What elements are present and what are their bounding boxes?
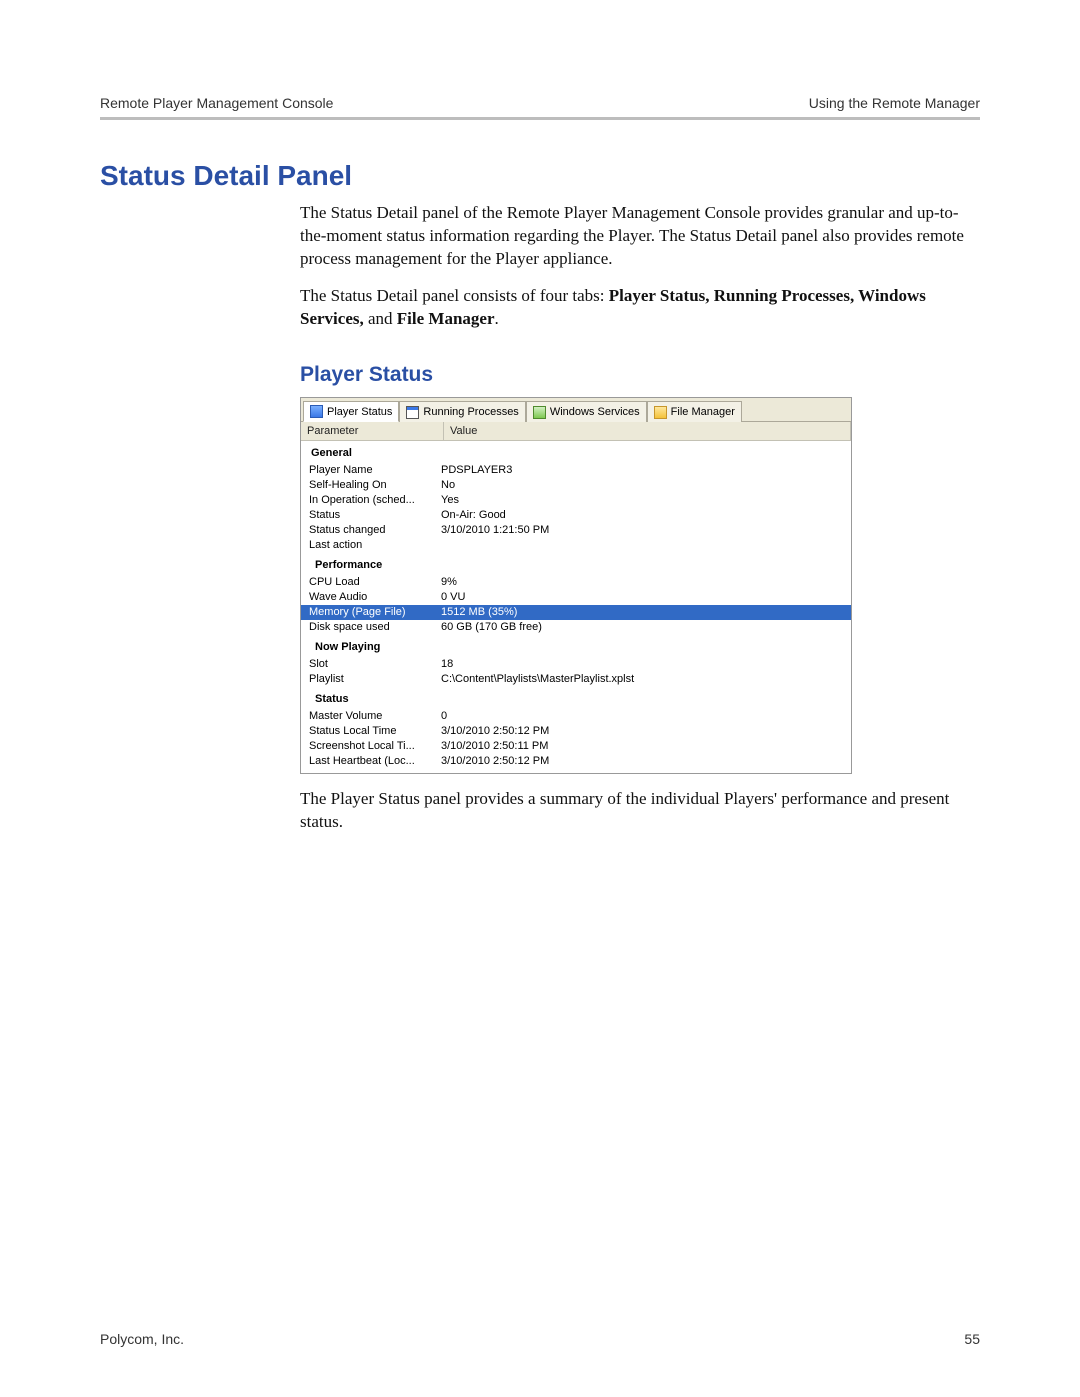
table-row[interactable]: Status changed 3/10/2010 1:21:50 PM — [301, 523, 851, 538]
tab-bar: Player Status Running Processes Windows … — [301, 398, 851, 422]
param: Slot — [301, 657, 439, 672]
column-parameter[interactable]: Parameter — [301, 422, 444, 440]
table-row[interactable]: In Operation (sched... Yes — [301, 493, 851, 508]
table-row[interactable]: Player Name PDSPLAYER3 — [301, 463, 851, 478]
value: No — [439, 478, 851, 493]
table-row[interactable]: Self-Healing On No — [301, 478, 851, 493]
table-row[interactable]: Wave Audio 0 VU — [301, 590, 851, 605]
window-icon — [406, 406, 419, 419]
header-left: Remote Player Management Console — [100, 95, 333, 111]
param: Last Heartbeat (Loc... — [301, 754, 439, 769]
grid-body: General Player Name PDSPLAYER3 Self-Heal… — [301, 441, 851, 773]
param: In Operation (sched... — [301, 493, 439, 508]
param: Master Volume — [301, 709, 439, 724]
param: Status Local Time — [301, 724, 439, 739]
param: Last action — [301, 538, 439, 553]
paragraph-summary: The Player Status panel provides a summa… — [300, 788, 980, 834]
param: Status — [301, 508, 439, 523]
param: Screenshot Local Ti... — [301, 739, 439, 754]
tab-running-processes[interactable]: Running Processes — [399, 401, 525, 422]
status-detail-panel: Player Status Running Processes Windows … — [300, 397, 852, 774]
table-row[interactable]: Status On-Air: Good — [301, 508, 851, 523]
value: 3/10/2010 2:50:12 PM — [439, 754, 851, 769]
param: Self-Healing On — [301, 478, 439, 493]
value: 9% — [439, 575, 851, 590]
table-row[interactable]: Slot 18 — [301, 657, 851, 672]
value: Yes — [439, 493, 851, 508]
para2-pre: The Status Detail panel consists of four… — [300, 286, 609, 305]
page-header: Remote Player Management Console Using t… — [100, 95, 980, 120]
section-title: Status Detail Panel — [100, 160, 980, 192]
tab-label: Running Processes — [423, 406, 518, 418]
grid-header: Parameter Value — [301, 422, 851, 441]
value: C:\Content\Playlists\MasterPlaylist.xpls… — [439, 672, 851, 687]
group-performance: Performance — [301, 553, 851, 575]
param: Status changed — [301, 523, 439, 538]
folder-icon — [654, 406, 667, 419]
table-row[interactable]: Status Local Time 3/10/2010 2:50:12 PM — [301, 724, 851, 739]
para2-bold2: File Manager — [397, 309, 495, 328]
value: 0 VU — [439, 590, 851, 605]
footer-left: Polycom, Inc. — [100, 1331, 184, 1347]
param: Playlist — [301, 672, 439, 687]
footer-right: 55 — [964, 1331, 980, 1347]
tab-label: Windows Services — [550, 406, 640, 418]
tab-windows-services[interactable]: Windows Services — [526, 401, 647, 422]
group-status: Status — [301, 687, 851, 709]
param: CPU Load — [301, 575, 439, 590]
monitor-icon — [310, 405, 323, 418]
table-row[interactable]: Playlist C:\Content\Playlists\MasterPlay… — [301, 672, 851, 687]
param: Disk space used — [301, 620, 439, 635]
table-row-selected[interactable]: Memory (Page File) 1512 MB (35%) — [301, 605, 851, 620]
table-row[interactable]: Screenshot Local Ti... 3/10/2010 2:50:11… — [301, 739, 851, 754]
value — [439, 538, 851, 553]
value: 60 GB (170 GB free) — [439, 620, 851, 635]
column-value[interactable]: Value — [444, 422, 851, 440]
group-general: General — [301, 441, 851, 463]
table-row[interactable]: Last Heartbeat (Loc... 3/10/2010 2:50:12… — [301, 754, 851, 769]
header-right: Using the Remote Manager — [809, 95, 980, 111]
value: 3/10/2010 2:50:11 PM — [439, 739, 851, 754]
tab-label: File Manager — [671, 406, 735, 418]
subheading-player-status: Player Status — [300, 361, 980, 389]
group-now-playing: Now Playing — [301, 635, 851, 657]
page-footer: Polycom, Inc. 55 — [100, 1331, 980, 1347]
table-row[interactable]: CPU Load 9% — [301, 575, 851, 590]
services-icon — [533, 406, 546, 419]
value: 0 — [439, 709, 851, 724]
value: 3/10/2010 1:21:50 PM — [439, 523, 851, 538]
para2-mid: and — [368, 309, 397, 328]
table-row[interactable]: Disk space used 60 GB (170 GB free) — [301, 620, 851, 635]
value: On-Air: Good — [439, 508, 851, 523]
value: 18 — [439, 657, 851, 672]
para2-post: . — [495, 309, 499, 328]
value: 3/10/2010 2:50:12 PM — [439, 724, 851, 739]
value: PDSPLAYER3 — [439, 463, 851, 478]
tab-player-status[interactable]: Player Status — [303, 401, 399, 422]
paragraph-intro: The Status Detail panel of the Remote Pl… — [300, 202, 980, 271]
param: Wave Audio — [301, 590, 439, 605]
value: 1512 MB (35%) — [439, 605, 851, 620]
param: Player Name — [301, 463, 439, 478]
tab-file-manager[interactable]: File Manager — [647, 401, 742, 422]
table-row[interactable]: Master Volume 0 — [301, 709, 851, 724]
table-row[interactable]: Last action — [301, 538, 851, 553]
paragraph-tabs: The Status Detail panel consists of four… — [300, 285, 980, 331]
param: Memory (Page File) — [301, 605, 439, 620]
tab-label: Player Status — [327, 406, 392, 418]
